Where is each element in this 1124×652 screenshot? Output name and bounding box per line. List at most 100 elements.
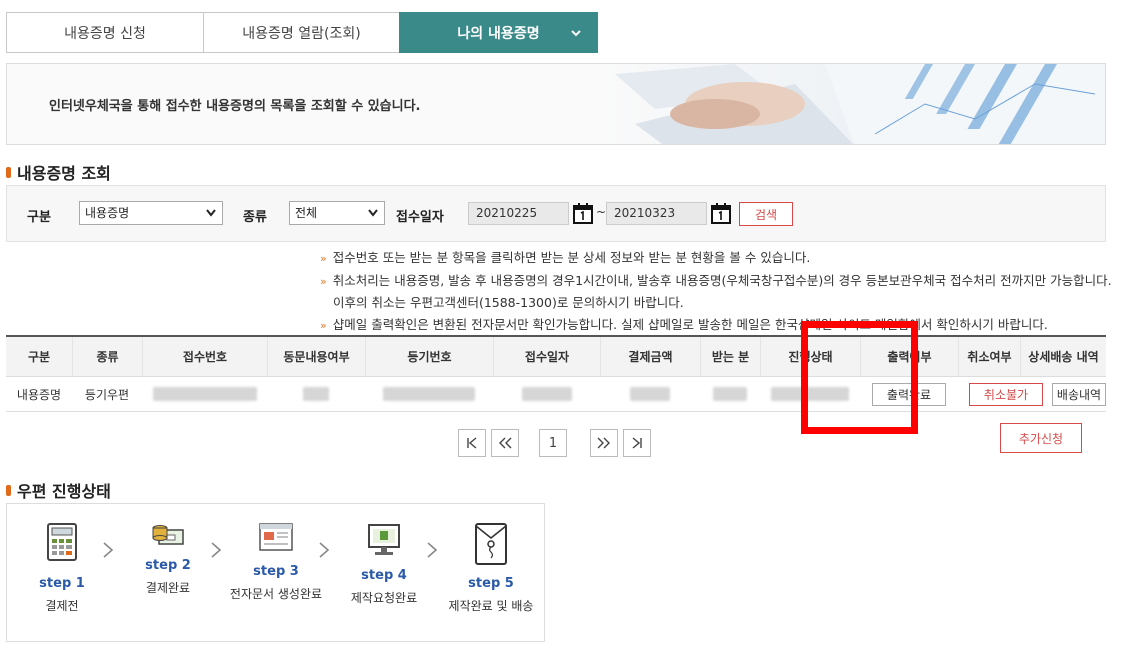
add-request-button[interactable]: 추가신청 [1000,423,1082,453]
tab-apply[interactable]: 내용증명 신청 [6,12,204,53]
col-category: 구분 [27,350,51,364]
search-panel: 구분 내용증명 종류 전체 접수일자 20210225 ~ 20210323 검… [6,185,1106,242]
notice-item: » 취소처리는 내용증명, 발송 후 내용증명의 경우1시간이내, 발송후 내용증… [320,272,1112,288]
step-4-label: step 4 [361,568,407,583]
col-delivery: 상세배송 내역 [1020,337,1106,376]
last-page-icon [632,437,642,449]
category-select[interactable]: 내용증명 [79,201,223,225]
search-section-title-text: 내용증명 조회 [17,164,111,183]
step-2: step 2 결제완료 [113,522,223,596]
bullet-icon [6,484,11,496]
arrow-bullet-icon: » [320,274,327,288]
next-page-icon [597,437,610,449]
step-5-label: step 5 [468,576,514,591]
cell-recipient[interactable] [700,377,760,411]
date-from-input[interactable]: 20210225 [468,202,569,225]
type-label: 종류 [243,210,267,225]
tab-bar: 내용증명 신청 내용증명 열람(조회) 나의 내용증명 [6,12,598,53]
cell-receipt-no[interactable] [142,377,267,411]
tab-my-certified-label: 나의 내용증명 [457,25,540,42]
type-select[interactable]: 전체 [289,201,385,225]
step-2-label: step 2 [145,558,191,573]
arrow-bullet-icon: » [320,318,327,332]
notice-item: » 샵메일 출력확인은 변환된 전자문서만 확인가능합니다. 실제 샵메일로 발송… [320,316,1048,332]
tab-view[interactable]: 내용증명 열람(조회) [203,12,400,53]
redacted-value [713,387,747,401]
col-receipt-no: 접수번호 [142,337,267,376]
search-button[interactable]: 검색 [739,202,793,226]
col-amount: 결제금액 [600,337,700,376]
info-banner: 인터넷우체국을 통해 접수한 내용증명의 목록을 조회할 수 있습니다. [6,63,1106,145]
table-header: 구분 종류 접수번호 동문내용여부 등기번호 접수일자 결제금액 받는 분 진행… [6,335,1106,377]
redacted-value [383,387,475,401]
category-select-value: 내용증명 [85,206,130,220]
calendar-icon[interactable] [711,202,731,224]
first-page-button[interactable] [458,429,486,457]
redacted-value [303,387,329,401]
cell-cancel: 취소불가 [958,377,1054,411]
prev-page-icon [499,437,512,449]
highlight-box [801,321,918,434]
chevron-down-icon [571,30,581,37]
calculator-icon [47,523,77,561]
arrow-bullet-icon: » [320,252,327,265]
chevron-down-icon [206,209,216,217]
date-separator: ~ [596,205,607,219]
cell-same-content [267,377,365,411]
money-icon [152,525,184,545]
notice-item: » 접수번호 또는 받는 분 항목을 클릭하면 받는 분 상세 정보와 받는 분 … [320,250,811,265]
cell-receipt-date [493,377,600,411]
progress-steps: step 1 결제전 step 2 결제완료 step 3 전자문서 생성완료 [6,503,545,642]
last-page-button[interactable] [623,429,651,457]
table-row: 내용증명 등기우편 출력완료 취소불가 배송내역 [6,377,1106,412]
next-page-button[interactable] [590,429,618,457]
col-same-content: 동문내용여부 [267,337,365,376]
cancel-unavailable-button[interactable]: 취소불가 [969,382,1043,406]
envelope-icon [475,523,507,565]
monitor-icon [368,524,400,555]
cell-category: 내용증명 [16,387,62,402]
redacted-value [630,387,670,401]
delivery-history-button[interactable]: 배송내역 [1052,382,1106,406]
banner-image [595,64,1105,144]
banner-text: 인터넷우체국을 통해 접수한 내용증명의 목록을 조회할 수 있습니다. [49,99,421,114]
page-number[interactable]: 1 [539,429,567,457]
date-to-input[interactable]: 20210323 [606,202,707,225]
step-3: step 3 전자문서 생성완료 [221,522,331,602]
step-5: step 5 제작완료 및 배송 [436,522,546,614]
tab-my-certified[interactable]: 나의 내용증명 [399,12,598,53]
status-section-title-text: 우편 진행상태 [17,482,111,501]
col-recipient: 받는 분 [700,337,760,376]
col-type: 종류 [72,337,142,376]
notice-list: » 접수번호 또는 받는 분 항목을 클릭하면 받는 분 상세 정보와 받는 분 … [320,247,1112,336]
step-1-label: step 1 [39,576,85,591]
cell-amount [600,377,700,411]
type-select-value: 전체 [295,206,318,220]
results-table: 구분 종류 접수번호 동문내용여부 등기번호 접수일자 결제금액 받는 분 진행… [6,335,1106,412]
col-cancel: 취소여부 [958,337,1020,376]
first-page-icon [467,437,477,449]
col-registered-no: 등기번호 [365,337,493,376]
search-section-title: 내용증명 조회 [6,160,111,184]
category-label: 구분 [27,210,51,225]
calendar-icon[interactable] [573,202,593,224]
prev-page-button[interactable] [491,429,519,457]
step-1-desc: 결제전 [45,599,79,613]
step-3-label: step 3 [253,564,299,579]
redacted-value [152,387,257,401]
notice-item-continued: 이후의 취소는 우편고객센터(1588-1300)로 문의하시기 바랍니다. [333,295,684,310]
step-4: step 4 제작요청완료 [329,522,439,606]
bullet-icon [6,166,11,178]
date-label: 접수일자 [396,210,444,225]
status-section-title: 우편 진행상태 [6,478,111,502]
step-3-desc: 전자문서 생성완료 [229,587,323,601]
document-icon [259,523,293,551]
step-1: step 1 결제전 [7,522,117,614]
col-receipt-date: 접수일자 [493,337,600,376]
step-2-desc: 결제완료 [145,581,191,595]
redacted-value [521,387,572,401]
chevron-down-icon [368,209,378,217]
cell-type: 등기우편 [84,387,130,402]
step-4-desc: 제작요청완료 [350,591,418,605]
cell-registered-no [365,377,493,411]
